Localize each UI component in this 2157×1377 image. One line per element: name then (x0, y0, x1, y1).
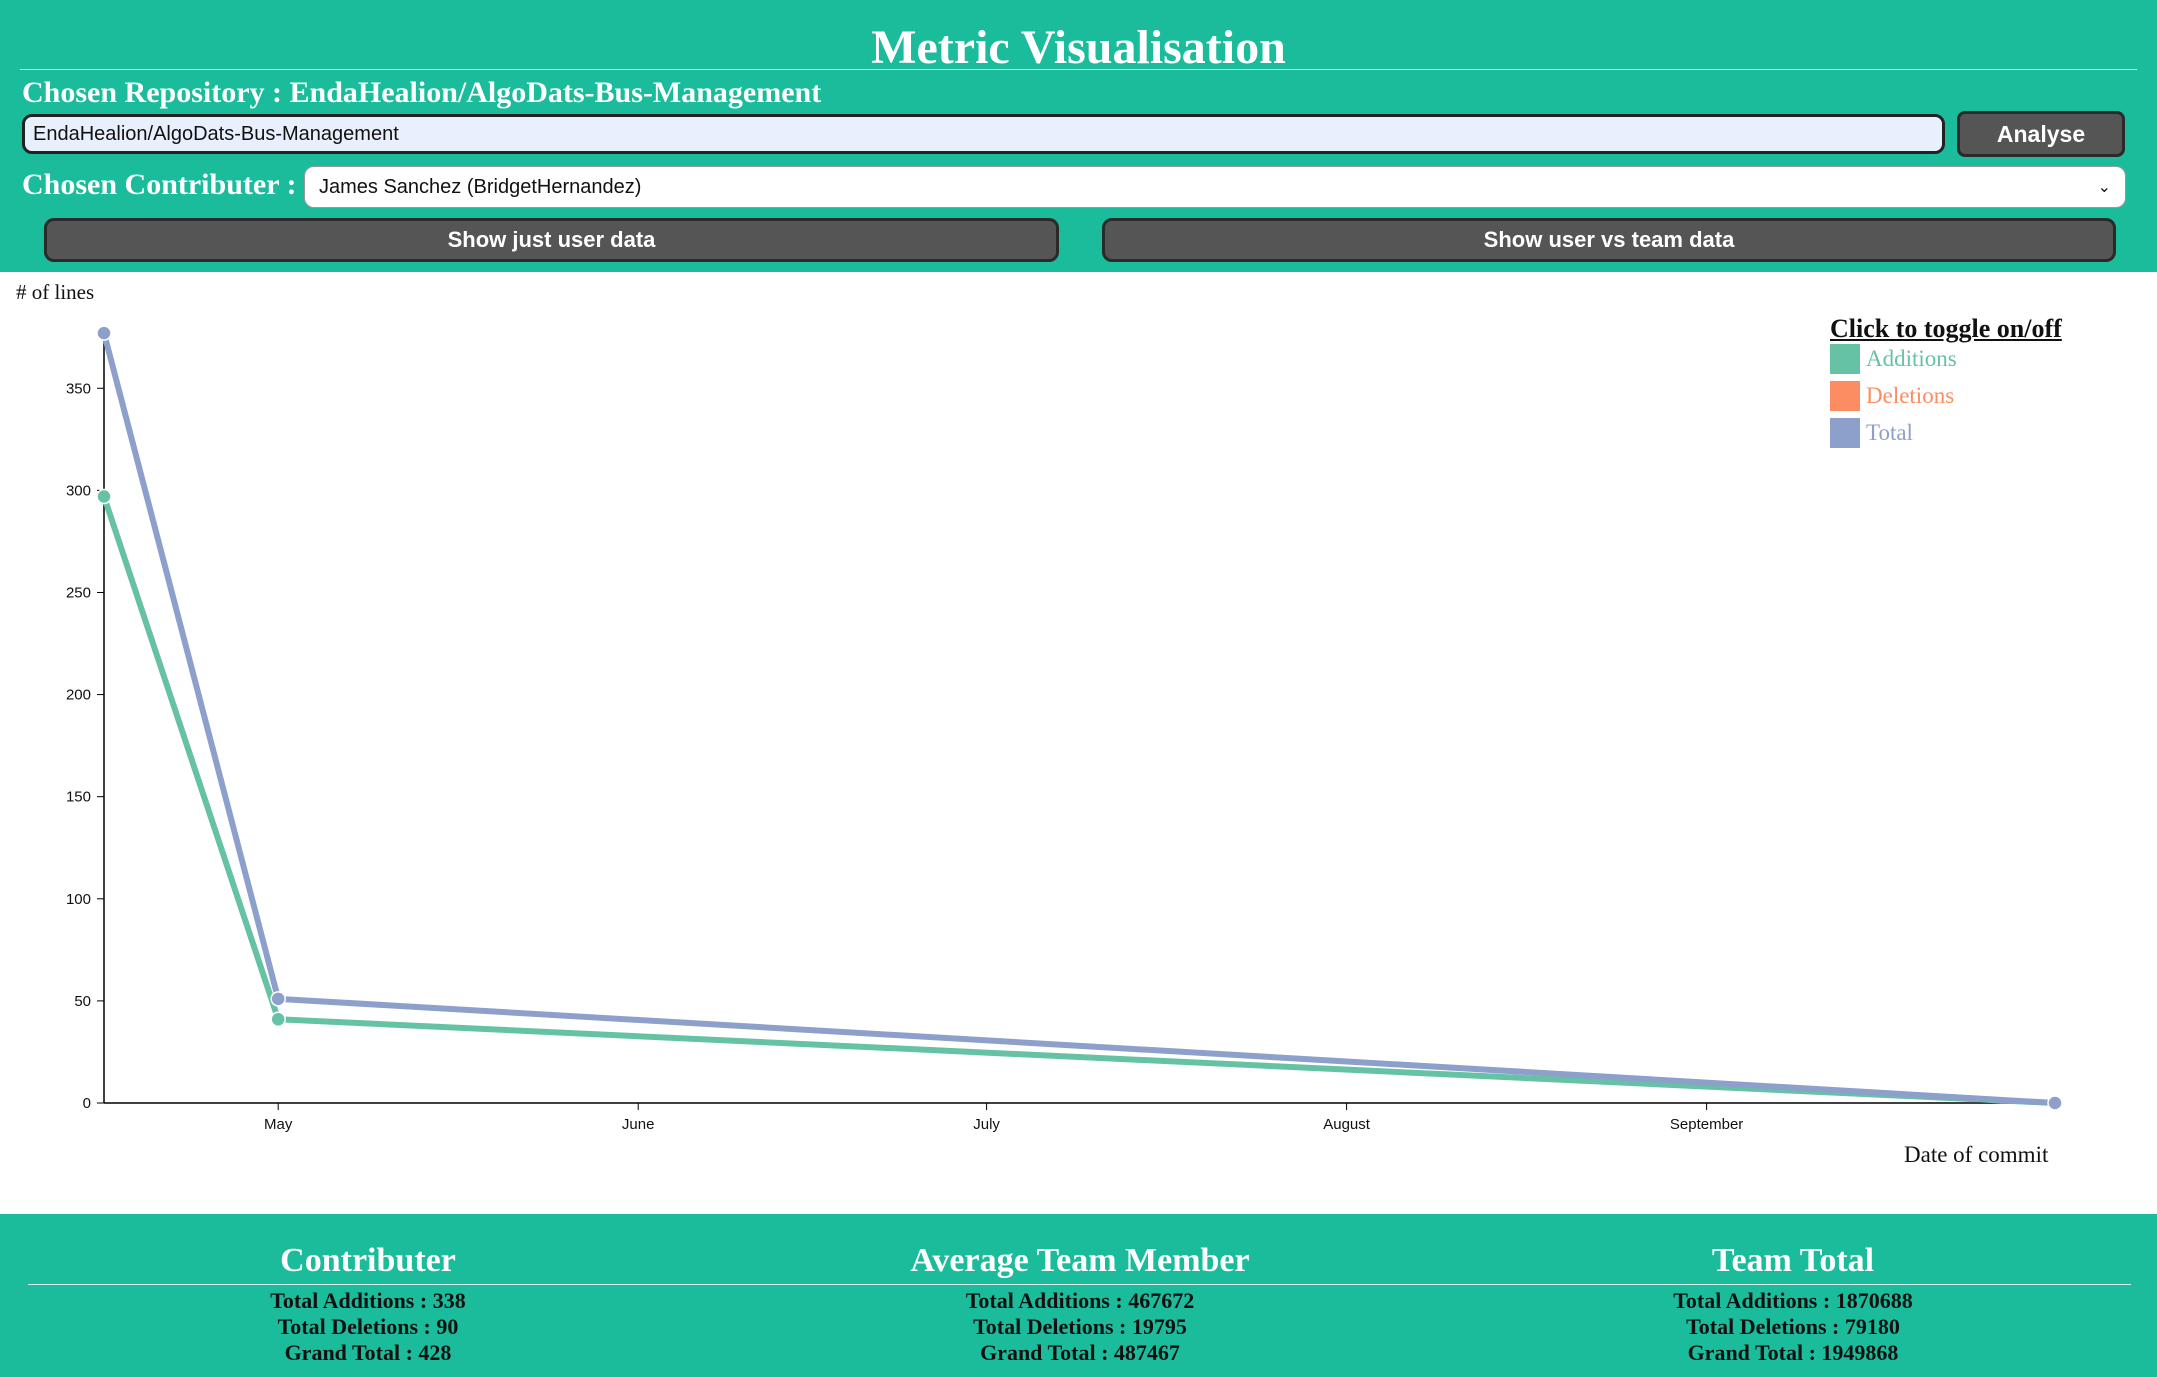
contributor-grand-total: Grand Total : 428 (284, 1340, 452, 1365)
analyse-button[interactable]: Analyse (1957, 111, 2125, 157)
title-divider (20, 69, 2137, 70)
contributor-stats-title: Contributer (280, 1242, 456, 1279)
legend-label-deletions: Deletions (1866, 383, 1955, 408)
legend-item-additions[interactable]: Additions (1830, 344, 1957, 374)
x-tick-label: June (622, 1116, 655, 1133)
line-chart: 0 50 100 150 200 250 300 350 May June July August Se… (66, 325, 2063, 1133)
contributor-stats: Contributer Total Additions : 338 Total … (168, 1238, 568, 1366)
additions-series-line (101, 495, 2056, 1106)
show-user-vs-team-button[interactable]: Show user vs team data (1102, 218, 2116, 262)
legend-label-additions: Additions (1866, 346, 1957, 371)
total-data-point (96, 325, 112, 341)
x-tick-label: September (1670, 1116, 1743, 1133)
legend-item-total[interactable]: Total (1830, 418, 1913, 448)
header-bar: Metric Visualisation Chosen Repository :… (0, 0, 2157, 272)
y-tick-label: 300 (66, 482, 91, 499)
chevron-down-icon: ⌄ (2097, 179, 2111, 196)
legend-swatch-additions (1830, 344, 1860, 374)
y-tick-label: 250 (66, 584, 91, 601)
y-axis-label: # of lines (16, 280, 95, 304)
team-total-deletions: Total Deletions : 79180 (1686, 1314, 1900, 1339)
x-tick-label: May (264, 1116, 293, 1133)
average-total-additions: Total Additions : 467672 (965, 1288, 1195, 1313)
contributor-select[interactable]: James Sanchez (BridgetHernandez) ⌄ (304, 166, 2126, 208)
page-title: Metric Visualisation (871, 21, 1286, 74)
chosen-repository-label: Chosen Repository : EndaHealion/AlgoDats… (22, 76, 822, 109)
average-total-deletions: Total Deletions : 19795 (973, 1314, 1187, 1339)
contributor-total-deletions: Total Deletions : 90 (277, 1314, 459, 1339)
team-grand-total: Grand Total : 1949868 (1687, 1340, 1899, 1365)
contributor-total-additions: Total Additions : 338 (270, 1288, 466, 1313)
repository-input[interactable] (22, 114, 1945, 154)
y-tick-label: 350 (66, 380, 91, 397)
x-tick-label: August (1323, 1116, 1371, 1133)
team-total-additions: Total Additions : 1870688 (1673, 1288, 1913, 1313)
y-tick-label: 50 (74, 993, 91, 1010)
legend-swatch-deletions (1830, 381, 1860, 411)
y-tick-label: 150 (66, 789, 91, 806)
y-tick-label: 200 (66, 687, 91, 704)
additions-data-point (96, 488, 112, 505)
additions-data-point (270, 1011, 286, 1028)
team-total-stats: Team Total Total Additions : 1870688 Tot… (1593, 1238, 1993, 1366)
x-axis-label: Date of commit (1904, 1142, 2049, 1167)
y-tick-label: 100 (66, 891, 91, 908)
total-series-line (101, 332, 2056, 1106)
y-tick-label: 0 (83, 1095, 91, 1112)
legend-item-deletions[interactable]: Deletions (1830, 381, 1954, 411)
team-stats-title: Team Total (1711, 1242, 1875, 1279)
show-user-data-button[interactable]: Show just user data (44, 218, 1059, 262)
x-tick-label: July (973, 1116, 1000, 1133)
total-data-point (270, 991, 286, 1007)
legend-swatch-total (1830, 418, 1860, 448)
average-team-member-stats: Average Team Member Total Additions : 46… (830, 1238, 1330, 1366)
contributor-selected-value: James Sanchez (BridgetHernandez) (319, 175, 642, 198)
chosen-contributor-label: Chosen Contributer : (22, 168, 297, 201)
legend-label-total: Total (1866, 420, 1913, 445)
average-grand-total: Grand Total : 487467 (980, 1340, 1180, 1365)
legend-title: Click to toggle on/off (1830, 314, 2062, 343)
average-stats-title: Average Team Member (910, 1242, 1250, 1279)
total-data-point (2047, 1095, 2063, 1111)
